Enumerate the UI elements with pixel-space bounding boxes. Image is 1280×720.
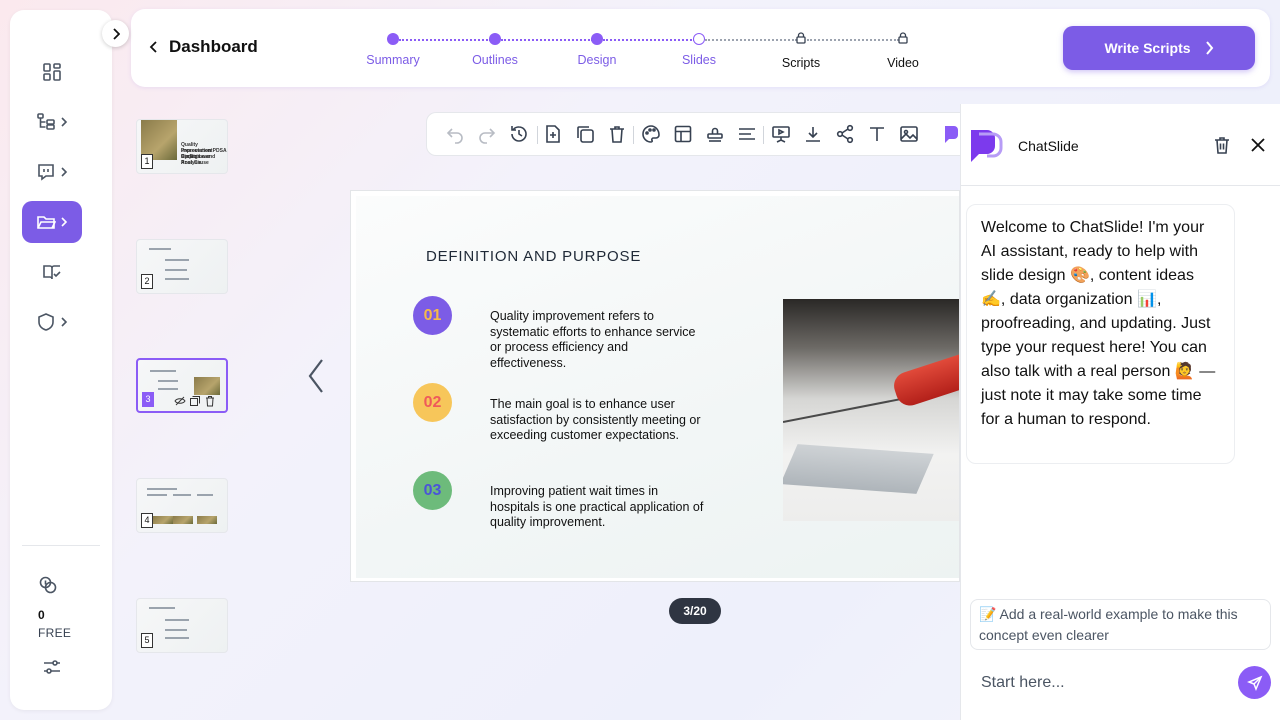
sidebar-item-chat[interactable] <box>22 151 82 193</box>
history-icon[interactable] <box>509 124 529 144</box>
point-text[interactable]: The main goal is to enhance user satisfa… <box>490 397 705 444</box>
sidebar-item-library[interactable] <box>22 251 82 293</box>
outline-tree-icon <box>37 113 55 130</box>
duplicate-icon[interactable] <box>189 395 201 407</box>
stamp-icon[interactable] <box>705 124 725 144</box>
duplicate-slide-icon[interactable] <box>575 124 595 144</box>
previous-slide-chevron-icon[interactable] <box>306 358 326 394</box>
add-slide-icon[interactable] <box>543 124 563 144</box>
step-scripts[interactable]: Scripts <box>761 31 841 70</box>
point-text[interactable]: Quality improvement refers to systematic… <box>490 309 705 371</box>
sidebar-item-security[interactable] <box>22 301 82 343</box>
delete-slide-icon[interactable] <box>607 124 627 144</box>
slide-thumbnail-2[interactable]: 2 <box>136 239 228 294</box>
left-sidebar: 0 FREE <box>10 10 112 710</box>
page-indicator: 3/20 <box>669 598 721 624</box>
slide-thumbnail-1[interactable]: Quality Improvement Project Presentation… <box>136 119 228 174</box>
chevron-right-icon <box>61 217 68 227</box>
hide-icon[interactable] <box>174 395 186 407</box>
slide-canvas[interactable]: DEFINITION AND PURPOSE 01 Quality improv… <box>350 190 960 582</box>
slide-thumbnail-5[interactable]: 5 <box>136 598 228 653</box>
chevron-right-icon <box>61 117 68 127</box>
credits-coins-icon[interactable] <box>38 575 58 600</box>
slide-title[interactable]: DEFINITION AND PURPOSE <box>426 248 641 265</box>
text-icon[interactable] <box>867 124 887 144</box>
step-summary[interactable]: Summary <box>353 31 433 67</box>
palette-icon[interactable] <box>641 124 661 144</box>
chat-header: ChatSlide <box>961 104 1280 186</box>
assistant-welcome-message: Welcome to ChatSlide! I'm your AI assist… <box>966 204 1235 464</box>
chevron-right-icon <box>1205 41 1213 55</box>
chevron-right-icon <box>61 317 68 327</box>
lock-icon <box>796 32 806 44</box>
point-text[interactable]: Improving patient wait times in hospital… <box>490 484 705 531</box>
thumbnail-number: 2 <box>141 274 153 289</box>
sidebar-toggle-button[interactable] <box>102 20 129 47</box>
trash-icon[interactable] <box>204 395 216 407</box>
send-button[interactable] <box>1238 666 1271 699</box>
chevron-right-icon <box>61 167 68 177</box>
point-number-badge: 03 <box>413 471 452 510</box>
chatslide-logo-icon[interactable] <box>943 124 959 144</box>
slide-photo-screwdriver[interactable] <box>783 299 959 521</box>
share-icon[interactable] <box>835 124 855 144</box>
layout-icon[interactable] <box>673 124 693 144</box>
download-icon[interactable] <box>803 124 823 144</box>
redo-icon[interactable] <box>477 124 497 144</box>
slide-thumbnail-4[interactable]: 4 <box>136 478 228 533</box>
chevron-left-icon <box>149 41 157 53</box>
plan-label: FREE <box>38 626 72 640</box>
step-slides[interactable]: Slides <box>659 31 739 67</box>
back-to-dashboard-link[interactable]: Dashboard <box>149 37 258 57</box>
thumbnail-number: 1 <box>141 154 153 169</box>
close-icon[interactable] <box>1248 135 1268 155</box>
chat-input[interactable] <box>971 666 1233 700</box>
write-scripts-button[interactable]: Write Scripts <box>1063 26 1255 70</box>
sidebar-item-dashboard[interactable] <box>22 51 82 93</box>
book-check-icon <box>43 265 61 280</box>
write-scripts-label: Write Scripts <box>1104 40 1191 56</box>
step-design[interactable]: Design <box>557 31 637 67</box>
send-icon <box>1246 675 1262 691</box>
suggestion-chip[interactable]: 📝 Add a real-world example to make this … <box>970 599 1271 650</box>
shield-icon <box>38 313 54 331</box>
thumbnail-number: 3 <box>142 392 154 407</box>
align-icon[interactable] <box>737 124 757 144</box>
point-number-badge: 02 <box>413 383 452 422</box>
sidebar-item-outlines[interactable] <box>22 101 82 143</box>
thumbnail-number: 4 <box>141 513 153 528</box>
chatslide-logo-icon <box>971 130 1003 162</box>
point-number-badge: 01 <box>413 296 452 335</box>
top-header: Dashboard Summary Outlines Design Slides… <box>131 9 1270 87</box>
image-icon[interactable] <box>899 124 919 144</box>
chevron-right-icon <box>112 27 120 40</box>
credits-count: 0 <box>38 608 45 622</box>
lock-icon <box>898 32 908 44</box>
chat-bubble-icon <box>38 164 54 181</box>
step-outlines[interactable]: Outlines <box>455 31 535 67</box>
thumbnail-number: 5 <box>141 633 153 648</box>
step-video[interactable]: Video <box>863 31 943 70</box>
settings-sliders-icon[interactable] <box>42 657 62 682</box>
trash-icon[interactable] <box>1212 135 1232 155</box>
progress-stepper: Summary Outlines Design Slides Scripts V… <box>361 31 921 71</box>
present-icon[interactable] <box>771 124 791 144</box>
grid-icon <box>43 63 61 81</box>
slide-toolbar <box>426 112 960 156</box>
thumbnail-actions <box>174 395 216 407</box>
chat-panel: ChatSlide Welcome to ChatSlide! I'm your… <box>960 104 1280 720</box>
undo-icon[interactable] <box>445 124 465 144</box>
back-label: Dashboard <box>169 37 258 56</box>
sidebar-divider <box>22 545 100 546</box>
slide-thumbnail-3[interactable]: 3 <box>136 358 228 413</box>
chat-title: ChatSlide <box>1018 138 1079 154</box>
folder-icon <box>37 216 56 229</box>
sidebar-item-projects[interactable] <box>22 201 82 243</box>
